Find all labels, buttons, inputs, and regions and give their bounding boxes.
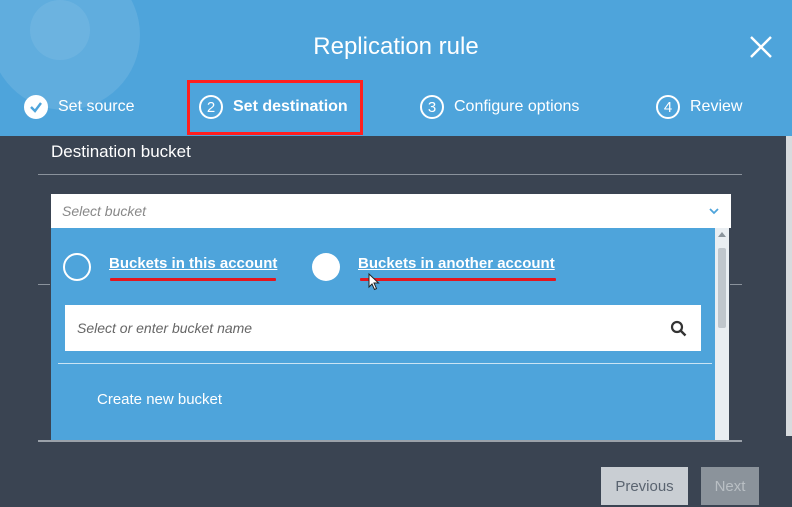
divider [730, 284, 742, 285]
destination-bucket-label: Destination bucket [51, 142, 191, 161]
create-new-bucket-link[interactable]: Create new bucket [97, 391, 222, 408]
dialog-header: Replication rule Set source 2 Set destin… [0, 0, 792, 136]
select-bucket-dropdown[interactable]: Select bucket [51, 194, 731, 228]
search-placeholder: Select or enter bucket name [77, 320, 253, 336]
buckets-another-account-label[interactable]: Buckets in another account [358, 255, 555, 272]
dialog-title: Replication rule [313, 33, 479, 60]
step-set-source[interactable]: Set source [24, 92, 134, 122]
divider [38, 440, 742, 442]
divider [58, 363, 712, 364]
mouse-cursor-icon [368, 272, 380, 291]
next-button[interactable]: Next [701, 467, 759, 505]
divider [38, 174, 742, 175]
divider [38, 284, 50, 285]
chevron-down-icon [707, 204, 721, 218]
step-label: Review [690, 98, 743, 115]
check-icon [24, 95, 48, 119]
search-icon[interactable] [670, 320, 687, 337]
select-placeholder: Select bucket [62, 203, 147, 219]
red-underline-annotation [360, 278, 556, 281]
scroll-thumb[interactable] [718, 248, 726, 328]
step-label: Set source [58, 98, 135, 115]
step-label: Configure options [454, 98, 580, 115]
step-configure-options[interactable]: 3 Configure options [420, 92, 579, 122]
step-number: 4 [656, 95, 680, 119]
buckets-this-account-label[interactable]: Buckets in this account [109, 255, 277, 272]
dropdown-scrollbar[interactable] [715, 228, 729, 440]
active-step-highlight [187, 80, 363, 135]
dialog-scrollbar[interactable] [786, 136, 792, 436]
bucket-name-search-input[interactable]: Select or enter bucket name [65, 305, 701, 351]
step-number: 3 [420, 95, 444, 119]
close-icon[interactable] [744, 30, 778, 64]
step-review[interactable]: 4 Review [656, 92, 742, 122]
previous-button[interactable]: Previous [601, 467, 688, 505]
red-underline-annotation [110, 278, 276, 281]
radio-another-account[interactable] [312, 253, 340, 281]
scroll-up-icon[interactable] [718, 232, 726, 237]
radio-this-account[interactable] [63, 253, 91, 281]
